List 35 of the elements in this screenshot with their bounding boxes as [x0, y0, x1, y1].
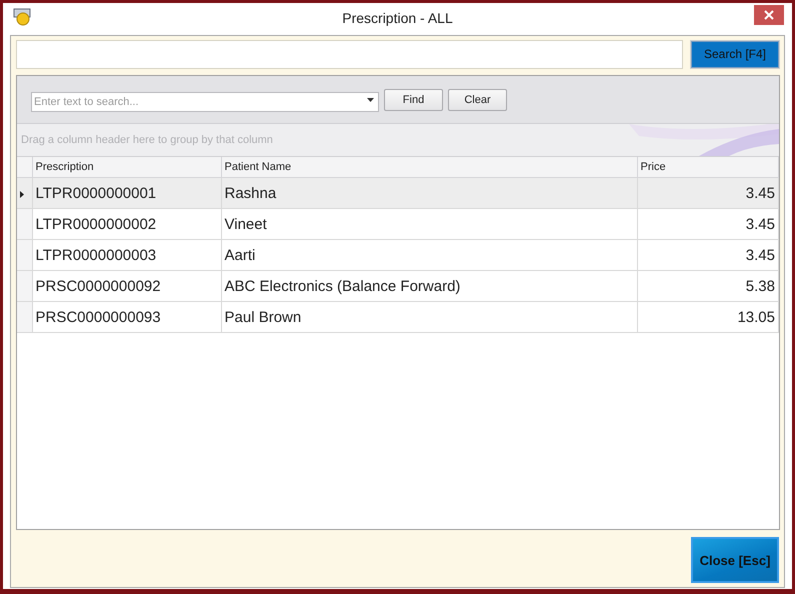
table-cell: LTPR0000000003 [32, 240, 221, 270]
caret-icon[interactable] [367, 98, 374, 102]
search-button[interactable]: Search [F4] [691, 40, 779, 68]
close-icon[interactable] [754, 5, 784, 25]
window-title: Prescription - ALL [341, 10, 454, 26]
table-cell: 3.45 [637, 240, 778, 270]
table-row[interactable]: LTPR0000000002 Vineet 3.45 [17, 208, 778, 240]
table-cell: Paul Brown [221, 302, 637, 332]
table-cell: Rashna [221, 178, 637, 208]
table-row[interactable]: LTPR0000000003 Aarti 3.45 [17, 240, 778, 270]
column-header[interactable]: Prescription [32, 157, 221, 178]
table-row[interactable]: LTPR0000000001 Rashna 3.45 [17, 178, 778, 208]
table-cell: ABC Electronics (Balance Forward) [221, 270, 637, 302]
table-cell: Vineet [221, 208, 637, 240]
clear-button[interactable]: Clear [448, 88, 507, 110]
table-cell: 5.38 [637, 270, 778, 302]
table-cell: PRSC0000000092 [32, 270, 221, 302]
find-field[interactable]: Enter text to search... [31, 92, 379, 112]
table-cell: LTPR0000000001 [32, 178, 221, 208]
search-field[interactable] [16, 40, 683, 68]
app-icon [13, 8, 33, 26]
table-cell: PRSC0000000093 [32, 302, 221, 332]
column-header[interactable]: Patient Name [221, 157, 637, 178]
table-cell: 3.45 [637, 208, 778, 240]
table-cell: LTPR0000000002 [32, 208, 221, 240]
table-cell: 13.05 [637, 302, 778, 332]
table-cell: 3.45 [637, 178, 778, 208]
group-hint: Drag a column header here to group by that column [20, 134, 273, 146]
find-button[interactable]: Find [384, 88, 443, 110]
table-row[interactable]: PRSC0000000092 ABC Electronics (Balance Forward) 5.38 [17, 270, 778, 302]
column-header[interactable]: Price [637, 157, 778, 178]
row-indicator-icon [20, 190, 24, 198]
table-cell: Aarti [221, 240, 637, 270]
table-row[interactable]: PRSC0000000093 Paul Brown 13.05 [17, 302, 778, 332]
close-button[interactable]: Close [Esc] [691, 537, 779, 583]
